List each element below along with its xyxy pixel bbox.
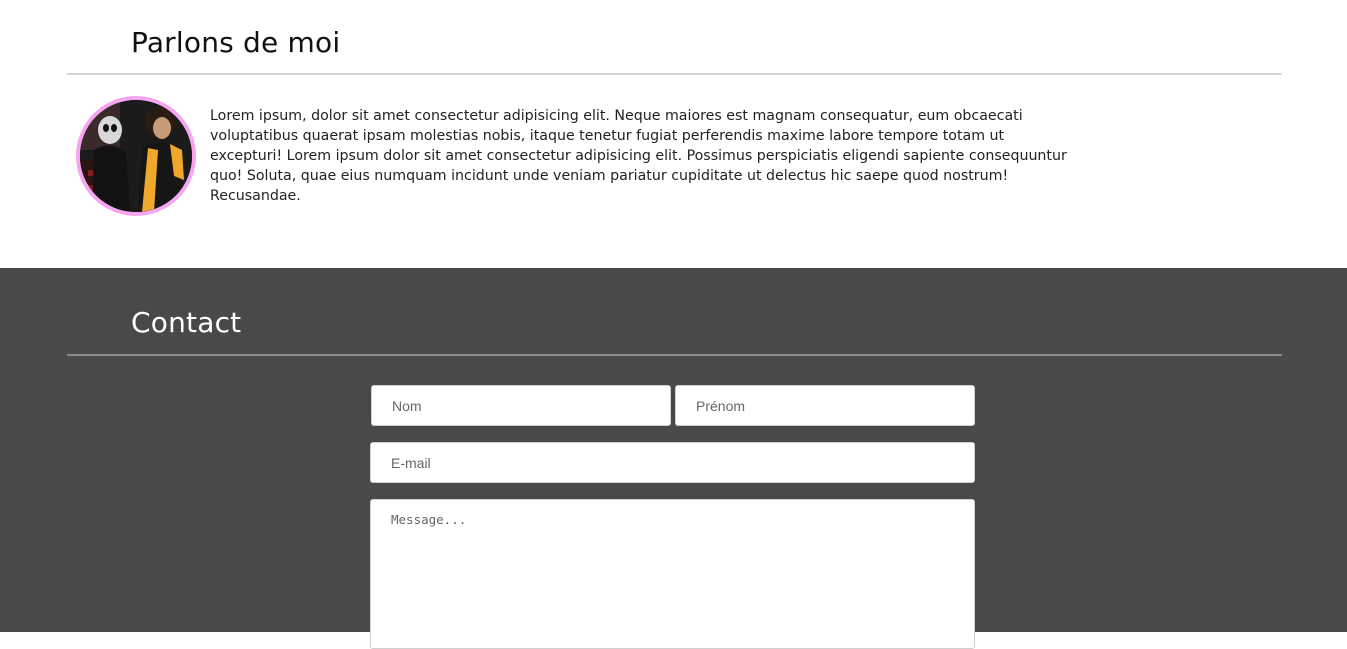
contact-divider (67, 354, 1282, 356)
contact-section: Contact (0, 268, 1347, 649)
about-divider (67, 73, 1282, 75)
contact-title: Contact (131, 306, 242, 339)
prenom-input[interactable] (675, 385, 975, 426)
profile-avatar (76, 96, 196, 216)
profile-photo (80, 100, 192, 212)
about-bio-text: Lorem ipsum, dolor sit amet consectetur … (210, 108, 1067, 204)
about-section: Parlons de moi Lorem ipsum, dolor sit am… (0, 0, 1347, 268)
about-title: Parlons de moi (131, 26, 341, 59)
message-textarea[interactable] (370, 499, 975, 649)
email-input[interactable] (370, 442, 975, 483)
nom-input[interactable] (371, 385, 671, 426)
